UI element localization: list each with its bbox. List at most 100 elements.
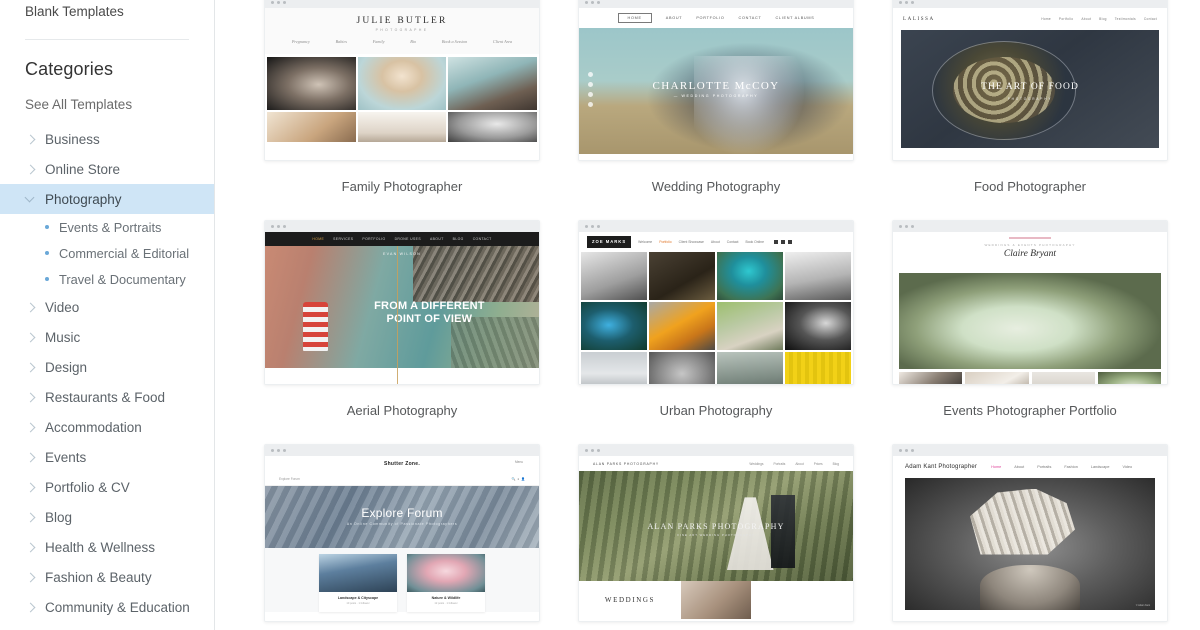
sidebar-item-accommodation[interactable]: Accommodation <box>0 412 214 442</box>
sidebar-subitem-travel-documentary[interactable]: Travel & Documentary <box>0 266 214 292</box>
window-dot-icon <box>277 225 280 228</box>
browser-chrome-bar <box>893 445 1167 456</box>
sidebar-item-blog[interactable]: Blog <box>0 502 214 532</box>
browser-chrome-bar <box>893 221 1167 232</box>
sidebar-item-label: Video <box>45 299 80 315</box>
template-card-family-photographer[interactable]: JULIE BUTLER PHOTOGRAPHE Pregnancy Babie… <box>264 0 540 161</box>
sidebar-item-online-store[interactable]: Online Store <box>0 154 214 184</box>
preview-nav-item: Landscape <box>1090 465 1110 469</box>
window-dot-icon <box>911 449 914 452</box>
template-cell: Shutter Zone. Menu Explore Forum 🔍 ● 👤 E… <box>264 444 540 630</box>
template-preview: JULIE BUTLER PHOTOGRAPHE Pregnancy Babie… <box>265 8 539 160</box>
sidebar: Blank Templates Categories See All Templ… <box>0 0 215 630</box>
preview-nav-item: Client Showcase <box>678 240 704 244</box>
template-card-photography-forum[interactable]: Shutter Zone. Menu Explore Forum 🔍 ● 👤 E… <box>264 444 540 622</box>
preview-thumbnails <box>899 372 1161 384</box>
template-card-adam-kant[interactable]: Adam Kant Photographer Home About Portra… <box>892 444 1168 622</box>
sidebar-item-health-wellness[interactable]: Health & Wellness <box>0 532 214 562</box>
preview-forum-card-meta: 10 posts · 1 follower <box>346 602 370 605</box>
preview-hero: ALAN PARKS PHOTOGRAPHY FINE ART WEDDING … <box>579 471 853 581</box>
template-cell: LALISSA Home Portfolio About Blog Testim… <box>892 0 1168 194</box>
sidebar-item-restaurants-food[interactable]: Restaurants & Food <box>0 382 214 412</box>
preview-social-icons <box>773 240 792 244</box>
template-cell: HOME SERVICES PORTFOLIO DRONE USES ABOUT… <box>264 220 540 418</box>
template-card-events-photographer-portfolio[interactable]: WEDDINGS & EVENTS PHOTOGRAPHY Claire Bry… <box>892 220 1168 385</box>
preview-forum-cards: Landscape & Cityscape 10 posts · 1 follo… <box>265 548 539 612</box>
preview-header: ALAN PARKS PHOTOGRAPHY Weddings Portrait… <box>579 456 853 471</box>
sidebar-item-photography[interactable]: Photography <box>0 184 214 214</box>
template-preview: ALAN PARKS PHOTOGRAPHY Weddings Portrait… <box>579 456 853 621</box>
chevron-right-icon <box>25 133 37 145</box>
preview-nav: Weddings Portraits About Prices Blog <box>749 462 839 466</box>
window-dot-icon <box>905 449 908 452</box>
preview-photo <box>649 302 715 350</box>
sidebar-item-video[interactable]: Video <box>0 292 214 322</box>
preview-hero: EVAN WILSON FROM A DIFFERENT POINT OF VI… <box>265 246 539 368</box>
template-title: Urban Photography <box>659 403 773 418</box>
preview-nav-item: ABOUT <box>665 16 683 20</box>
sidebar-item-community-education[interactable]: Community & Education <box>0 592 214 622</box>
sidebar-item-blank-templates[interactable]: Blank Templates <box>0 0 214 21</box>
preview-nav: HOME SERVICES PORTFOLIO DRONE USES ABOUT… <box>265 232 539 246</box>
preview-nav-item: Testimonials <box>1114 17 1136 21</box>
preview-photo <box>717 252 783 300</box>
window-dot-icon <box>899 1 902 4</box>
preview-site-name: ALAN PARKS PHOTOGRAPHY <box>647 521 785 531</box>
sidebar-item-fashion-beauty[interactable]: Fashion & Beauty <box>0 562 214 592</box>
sidebar-subitem-events-portraits[interactable]: Events & Portraits <box>0 214 214 240</box>
preview-nav-item: Fashion <box>1064 465 1078 469</box>
browser-chrome-bar <box>265 221 539 232</box>
preview-site-name: JULIE BUTLER <box>356 16 448 26</box>
sidebar-subitem-label: Events & Portraits <box>59 219 162 235</box>
preview-nav-item: PORTFOLIO <box>362 237 386 241</box>
preview-forum-card-meta: 12 posts · 1 follower <box>434 602 458 605</box>
sidebar-item-events[interactable]: Events <box>0 442 214 472</box>
browser-chrome-bar <box>893 0 1167 8</box>
preview-nav-item: SERVICES <box>333 237 354 241</box>
preview-nav-item: ABOUT <box>429 237 444 241</box>
sidebar-item-design[interactable]: Design <box>0 352 214 382</box>
preview-site-tagline: — WEDDING PHOTOGRAPHY <box>673 94 759 98</box>
preview-header: Adam Kant Photographer Home About Portra… <box>893 456 1167 478</box>
window-dot-icon <box>283 1 286 4</box>
template-card-wedding-photography[interactable]: HOME ABOUT PORTFOLIO CONTACT CLIENT ALBU… <box>578 0 854 161</box>
template-card-alan-parks[interactable]: ALAN PARKS PHOTOGRAPHY Weddings Portrait… <box>578 444 854 622</box>
preview-hero-title: Explore Forum <box>361 506 443 520</box>
sidebar-item-business[interactable]: Business <box>0 124 214 154</box>
preview-photo <box>785 352 851 384</box>
template-card-urban-photography[interactable]: ZOE MARKS Welcome Portfolio Client Showc… <box>578 220 854 385</box>
preview-hero: Explore Forum An Online Community of Pas… <box>265 486 539 548</box>
sidebar-item-portfolio-cv[interactable]: Portfolio & CV <box>0 472 214 502</box>
preview-figure-hair <box>970 488 1075 555</box>
window-dot-icon <box>283 225 286 228</box>
see-all-templates-link[interactable]: See All Templates <box>0 80 214 112</box>
preview-nav-item: Portraits <box>773 461 786 466</box>
template-card-aerial-photography[interactable]: HOME SERVICES PORTFOLIO DRONE USES ABOUT… <box>264 220 540 385</box>
sidebar-item-music[interactable]: Music <box>0 322 214 352</box>
browser-chrome-bar <box>579 221 853 232</box>
window-dot-icon <box>905 225 908 228</box>
template-card-food-photographer[interactable]: LALISSA Home Portfolio About Blog Testim… <box>892 0 1168 161</box>
sidebar-subitem-commercial-editorial[interactable]: Commercial & Editorial <box>0 240 214 266</box>
preview-hero-subtitle: PHOTOGRAPHY <box>1007 97 1053 102</box>
preview-hero: THE ART OF FOOD PHOTOGRAPHY <box>901 30 1159 148</box>
template-title: Events Photographer Portfolio <box>943 403 1117 418</box>
sidebar-item-label: Blog <box>45 509 73 525</box>
chevron-right-icon <box>25 421 37 433</box>
template-preview: HOME ABOUT PORTFOLIO CONTACT CLIENT ALBU… <box>579 8 853 160</box>
bullet-icon <box>45 225 49 229</box>
window-dot-icon <box>597 1 600 4</box>
preview-nav-item: Weddings <box>749 461 764 466</box>
browser-chrome-bar <box>579 0 853 8</box>
preview-subheader: Explore Forum 🔍 ● 👤 <box>265 472 539 486</box>
preview-site-name: LALISSA <box>903 16 935 22</box>
sidebar-item-creative-arts[interactable]: Creative Arts <box>0 622 214 630</box>
template-cell: ZOE MARKS Welcome Portfolio Client Showc… <box>578 220 854 418</box>
templates-grid: JULIE BUTLER PHOTOGRAPHE Pregnancy Babie… <box>264 0 1200 630</box>
sidebar-item-label: Accommodation <box>45 419 142 435</box>
preview-site-name: CHARLOTTE McCOY <box>652 80 780 92</box>
window-dot-icon <box>597 225 600 228</box>
template-cell: ALAN PARKS PHOTOGRAPHY Weddings Portrait… <box>578 444 854 630</box>
preview-photo <box>717 302 783 350</box>
preview-nav-item: Home <box>1041 17 1051 21</box>
